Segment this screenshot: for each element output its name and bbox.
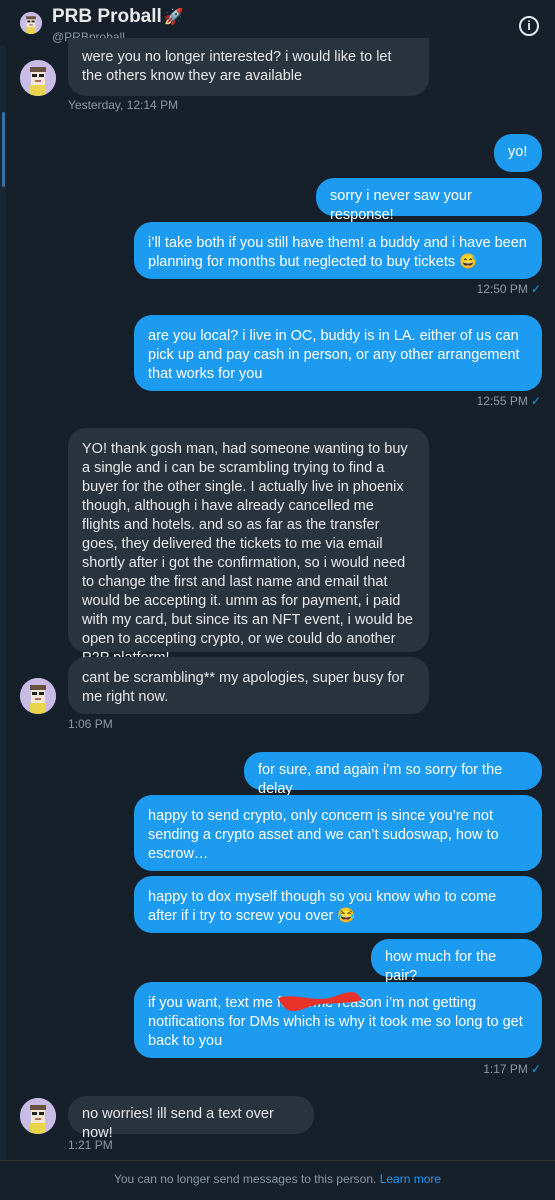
message-timestamp: 1:06 PM — [68, 717, 113, 731]
timestamp-text: 12:50 PM — [476, 282, 528, 296]
message-text: are you local? i live in OC, buddy is in… — [148, 328, 520, 382]
message-bubble-outgoing: happy to dox myself though so you know w… — [134, 876, 542, 933]
contact-avatar[interactable] — [20, 60, 56, 96]
message-bubble-outgoing: for sure, and again i’m so sorry for the… — [244, 752, 542, 797]
contact-avatar[interactable] — [20, 678, 56, 714]
message-text: happy to dox myself though so you know w… — [148, 889, 497, 924]
message-bubble-outgoing: how much for the pair? — [371, 939, 542, 984]
message-text: yo! — [508, 144, 528, 160]
pixel-avatar-icon — [20, 60, 56, 96]
message-bubble-outgoing: happy to send crypto, only concern is si… — [134, 795, 542, 871]
message-timestamp: Yesterday, 12:14 PM — [68, 98, 179, 112]
sent-check-icon: ✓ — [530, 282, 541, 296]
pixel-avatar-icon — [20, 12, 42, 34]
message-text: were you no longer interested? i would l… — [82, 49, 392, 84]
message-timestamp: 1:17 PM ✓ — [483, 1062, 541, 1076]
sent-check-icon: ✓ — [530, 1062, 541, 1076]
contact-name: PRB Proball 🚀 — [52, 6, 184, 28]
info-icon[interactable]: i — [519, 16, 539, 36]
footer-notice: You can no longer send messages to this … — [113, 1172, 377, 1186]
rocket-icon: 🚀 — [163, 9, 184, 26]
message-timestamp: 1:21 PM — [68, 1138, 113, 1152]
message-timestamp: 12:50 PM ✓ — [477, 282, 541, 296]
pixel-avatar-icon — [20, 678, 56, 714]
message-text: no worries! ill send a text over now! — [82, 1106, 274, 1141]
message-text: cant be scrambling** my apologies, super… — [82, 670, 405, 705]
message-timestamp: 12:55 PM ✓ — [477, 394, 541, 408]
timestamp-text: 1:17 PM — [483, 1062, 528, 1076]
message-bubble-outgoing: are you local? i live in OC, buddy is in… — [134, 315, 542, 391]
pixel-avatar-icon — [20, 1098, 56, 1134]
message-text: how much for the pair? — [385, 949, 497, 984]
message-bubble-outgoing: sorry i never saw your response! — [316, 178, 542, 223]
message-text: sorry i never saw your response! — [330, 188, 472, 223]
message-text: YO! thank gosh man, had someone wanting … — [82, 441, 413, 666]
message-bubble-incoming: YO! thank gosh man, had someone wanting … — [68, 428, 429, 666]
conversation-footer: You can no longer send messages to this … — [0, 1160, 555, 1200]
contact-name-text: PRB Proball — [52, 6, 162, 27]
message-text: happy to send crypto, only concern is si… — [148, 808, 499, 862]
scroll-indicator — [2, 112, 5, 187]
learn-more-link[interactable]: Learn more — [380, 1172, 441, 1186]
header-avatar[interactable] — [20, 12, 42, 34]
message-text: for sure, and again i’m so sorry for the… — [258, 762, 503, 797]
contact-avatar[interactable] — [20, 1098, 56, 1134]
message-bubble-incoming: no worries! ill send a text over now! — [68, 1096, 314, 1141]
sent-check-icon: ✓ — [530, 394, 541, 408]
message-bubble-outgoing: yo! — [494, 134, 542, 172]
timestamp-text: 12:55 PM — [476, 394, 528, 408]
message-bubble-incoming: cant be scrambling** my apologies, super… — [68, 657, 429, 714]
message-bubble-incoming: were you no longer interested? i would l… — [68, 38, 429, 96]
redaction-scribble — [278, 992, 362, 1012]
message-bubble-outgoing: i’ll take both if you still have them! a… — [134, 222, 542, 279]
message-text: i’ll take both if you still have them! a… — [148, 235, 527, 270]
